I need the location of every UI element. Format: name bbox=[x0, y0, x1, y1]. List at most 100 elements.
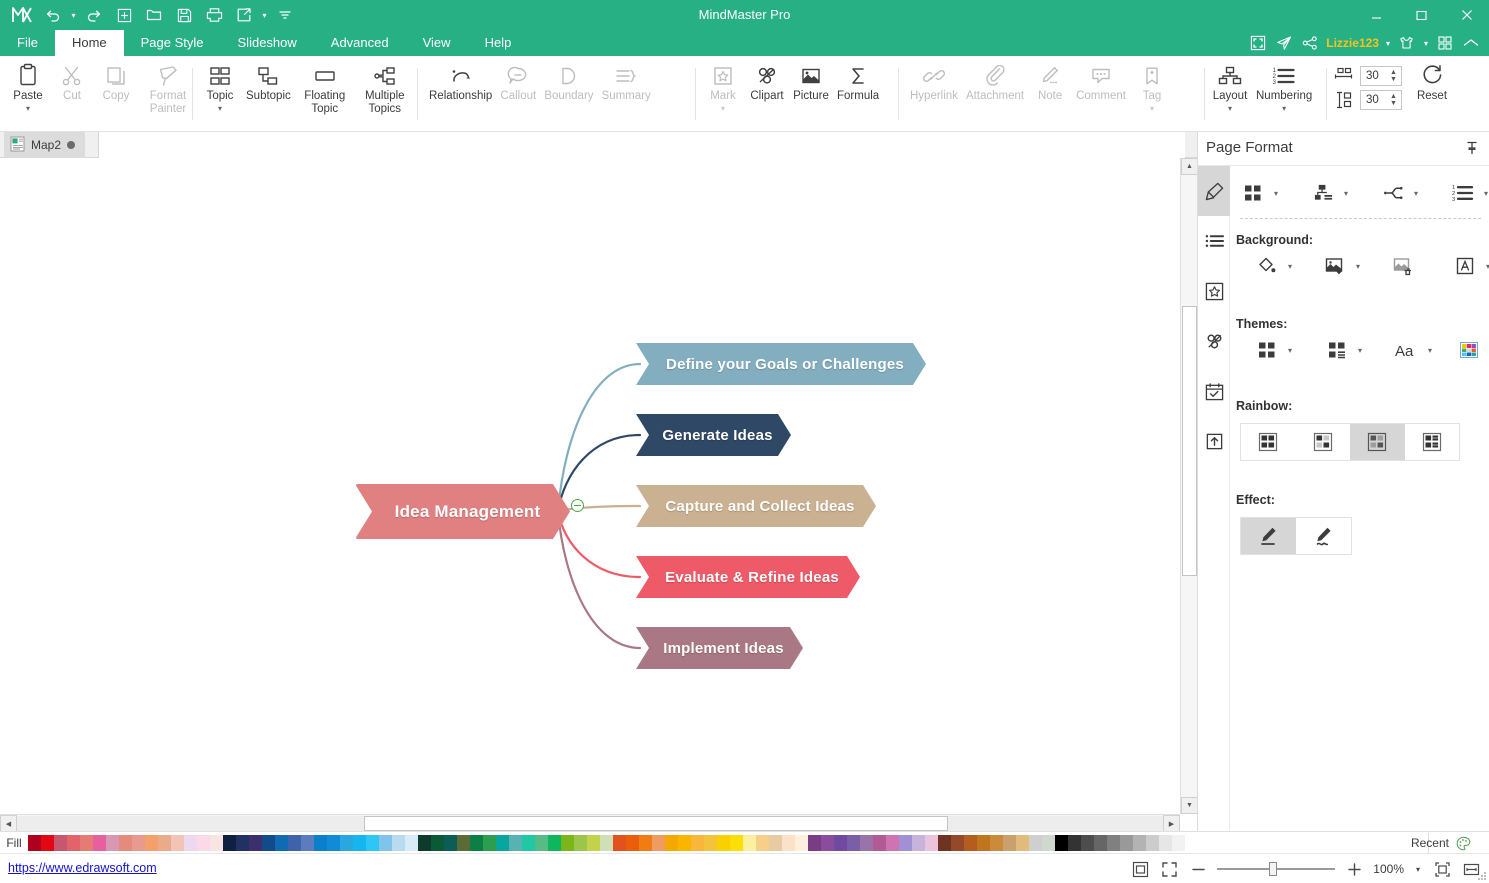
color-swatch[interactable] bbox=[197, 835, 210, 851]
vertical-spacing-input[interactable]: 30 ▲▼ bbox=[1360, 90, 1402, 110]
hscroll-thumb[interactable] bbox=[364, 816, 948, 831]
color-swatch[interactable] bbox=[496, 835, 509, 851]
insert-image-dropdown-icon[interactable]: ▾ bbox=[1352, 262, 1364, 271]
color-swatch[interactable] bbox=[1068, 835, 1081, 851]
color-swatch[interactable] bbox=[925, 835, 938, 851]
connector-dropdown-icon[interactable]: ▾ bbox=[1410, 189, 1422, 198]
mindmap-branch-node-0[interactable]: Define your Goals or Challenges bbox=[636, 343, 926, 385]
remove-image-button[interactable] bbox=[1386, 251, 1420, 281]
menu-item-help[interactable]: Help bbox=[468, 30, 529, 56]
color-swatch[interactable] bbox=[158, 835, 171, 851]
color-swatch[interactable] bbox=[704, 835, 717, 851]
color-swatch[interactable] bbox=[912, 835, 925, 851]
maximize-button[interactable] bbox=[1399, 0, 1444, 30]
color-swatch[interactable] bbox=[184, 835, 197, 851]
scroll-right-icon[interactable]: ▶ bbox=[1163, 815, 1180, 832]
color-swatch[interactable] bbox=[535, 835, 548, 851]
print-icon[interactable] bbox=[199, 3, 229, 27]
paste-button[interactable]: Paste ▾ bbox=[6, 56, 50, 128]
color-swatch[interactable] bbox=[951, 835, 964, 851]
export-icon[interactable] bbox=[229, 3, 259, 27]
color-swatch[interactable] bbox=[847, 835, 860, 851]
rail-export-icon[interactable] bbox=[1198, 416, 1230, 466]
horizontal-spacing-stepper[interactable]: ▲▼ bbox=[1388, 69, 1399, 83]
actual-size-icon[interactable] bbox=[1432, 859, 1452, 879]
color-swatch[interactable] bbox=[730, 835, 743, 851]
color-swatch[interactable] bbox=[977, 835, 990, 851]
new-icon[interactable] bbox=[109, 3, 139, 27]
color-swatch[interactable] bbox=[691, 835, 704, 851]
insert-image-button[interactable]: ▾ bbox=[1318, 251, 1364, 281]
theme-layout-button[interactable]: ▾ bbox=[1320, 335, 1366, 365]
color-swatch[interactable] bbox=[288, 835, 301, 851]
rail-outline-icon[interactable] bbox=[1198, 216, 1230, 266]
menu-item-view[interactable]: View bbox=[406, 30, 468, 56]
connector-button[interactable]: ▾ bbox=[1376, 178, 1422, 208]
color-swatch[interactable] bbox=[652, 835, 665, 851]
undo-icon[interactable] bbox=[38, 3, 68, 27]
color-swatch[interactable] bbox=[275, 835, 288, 851]
open-icon[interactable] bbox=[139, 3, 169, 27]
color-swatch[interactable] bbox=[938, 835, 951, 851]
zoom-level[interactable]: 100% bbox=[1373, 862, 1404, 876]
clipart-button[interactable]: Clipart bbox=[745, 56, 789, 128]
mindmap-branch-node-1[interactable]: Generate Ideas bbox=[636, 414, 791, 456]
color-swatch[interactable] bbox=[444, 835, 457, 851]
color-swatch[interactable] bbox=[795, 835, 808, 851]
color-swatch[interactable] bbox=[548, 835, 561, 851]
theme-icon[interactable] bbox=[1395, 31, 1419, 55]
theme-dropdown-icon[interactable]: ▾ bbox=[1421, 39, 1431, 48]
close-button[interactable] bbox=[1444, 0, 1489, 30]
subtopic-button[interactable]: Subtopic bbox=[242, 56, 295, 128]
theme-layout-dropdown-icon[interactable]: ▾ bbox=[1354, 346, 1366, 355]
color-swatch[interactable] bbox=[431, 835, 444, 851]
color-swatch[interactable] bbox=[327, 835, 340, 851]
mindmap-canvas[interactable]: Idea ManagementDefine your Goals or Chal… bbox=[0, 158, 1180, 831]
color-swatch[interactable] bbox=[1003, 835, 1016, 851]
color-swatch[interactable] bbox=[106, 835, 119, 851]
theme-font-button[interactable]: Aa ▾ bbox=[1390, 335, 1436, 365]
color-swatch[interactable] bbox=[80, 835, 93, 851]
color-swatch[interactable] bbox=[392, 835, 405, 851]
color-swatch[interactable] bbox=[93, 835, 106, 851]
color-swatch[interactable] bbox=[67, 835, 80, 851]
rainbow-option-none[interactable] bbox=[1241, 424, 1296, 460]
rail-task-icon[interactable] bbox=[1198, 366, 1230, 416]
topic-button[interactable]: Topic ▾ bbox=[198, 56, 242, 128]
zoom-out-icon[interactable] bbox=[1188, 859, 1208, 879]
palette-icon[interactable] bbox=[1456, 836, 1471, 851]
color-swatch[interactable] bbox=[561, 835, 574, 851]
scroll-down-icon[interactable]: ▼ bbox=[1181, 797, 1198, 814]
numbering-button[interactable]: 123 Numbering ▾ bbox=[1252, 56, 1316, 128]
color-swatch[interactable] bbox=[418, 835, 431, 851]
color-swatch[interactable] bbox=[990, 835, 1003, 851]
save-icon[interactable] bbox=[169, 3, 199, 27]
color-swatch[interactable] bbox=[1159, 835, 1172, 851]
color-swatch[interactable] bbox=[665, 835, 678, 851]
color-swatch[interactable] bbox=[860, 835, 873, 851]
color-swatch[interactable] bbox=[782, 835, 795, 851]
watermark-dropdown-icon[interactable]: ▾ bbox=[1482, 262, 1489, 271]
color-swatch[interactable] bbox=[379, 835, 392, 851]
recent-label[interactable]: Recent bbox=[1411, 836, 1449, 850]
color-swatch[interactable] bbox=[353, 835, 366, 851]
rail-marker-icon[interactable] bbox=[1198, 266, 1230, 316]
theme-grid-dropdown-icon[interactable]: ▾ bbox=[1270, 189, 1282, 198]
color-swatch[interactable] bbox=[821, 835, 834, 851]
rail-page-format-icon[interactable] bbox=[1198, 166, 1230, 216]
color-swatch[interactable] bbox=[366, 835, 379, 851]
color-swatch[interactable] bbox=[249, 835, 262, 851]
fit-page-icon[interactable] bbox=[1130, 859, 1150, 879]
color-swatch[interactable] bbox=[626, 835, 639, 851]
menu-item-file[interactable]: File bbox=[0, 30, 55, 56]
color-swatch[interactable] bbox=[41, 835, 54, 851]
collapse-toggle-button[interactable] bbox=[571, 499, 584, 512]
picture-button[interactable]: Picture bbox=[789, 56, 833, 128]
color-swatch[interactable] bbox=[1029, 835, 1042, 851]
vertical-spacing-stepper[interactable]: ▲▼ bbox=[1388, 93, 1399, 107]
zoom-dropdown-icon[interactable]: ▾ bbox=[1413, 859, 1423, 879]
structure-button[interactable]: ▾ bbox=[1306, 178, 1352, 208]
scroll-up-icon[interactable]: ▲ bbox=[1181, 158, 1198, 175]
color-swatch[interactable] bbox=[119, 835, 132, 851]
numbering-panel-button[interactable]: 123 ▾ bbox=[1446, 178, 1489, 208]
